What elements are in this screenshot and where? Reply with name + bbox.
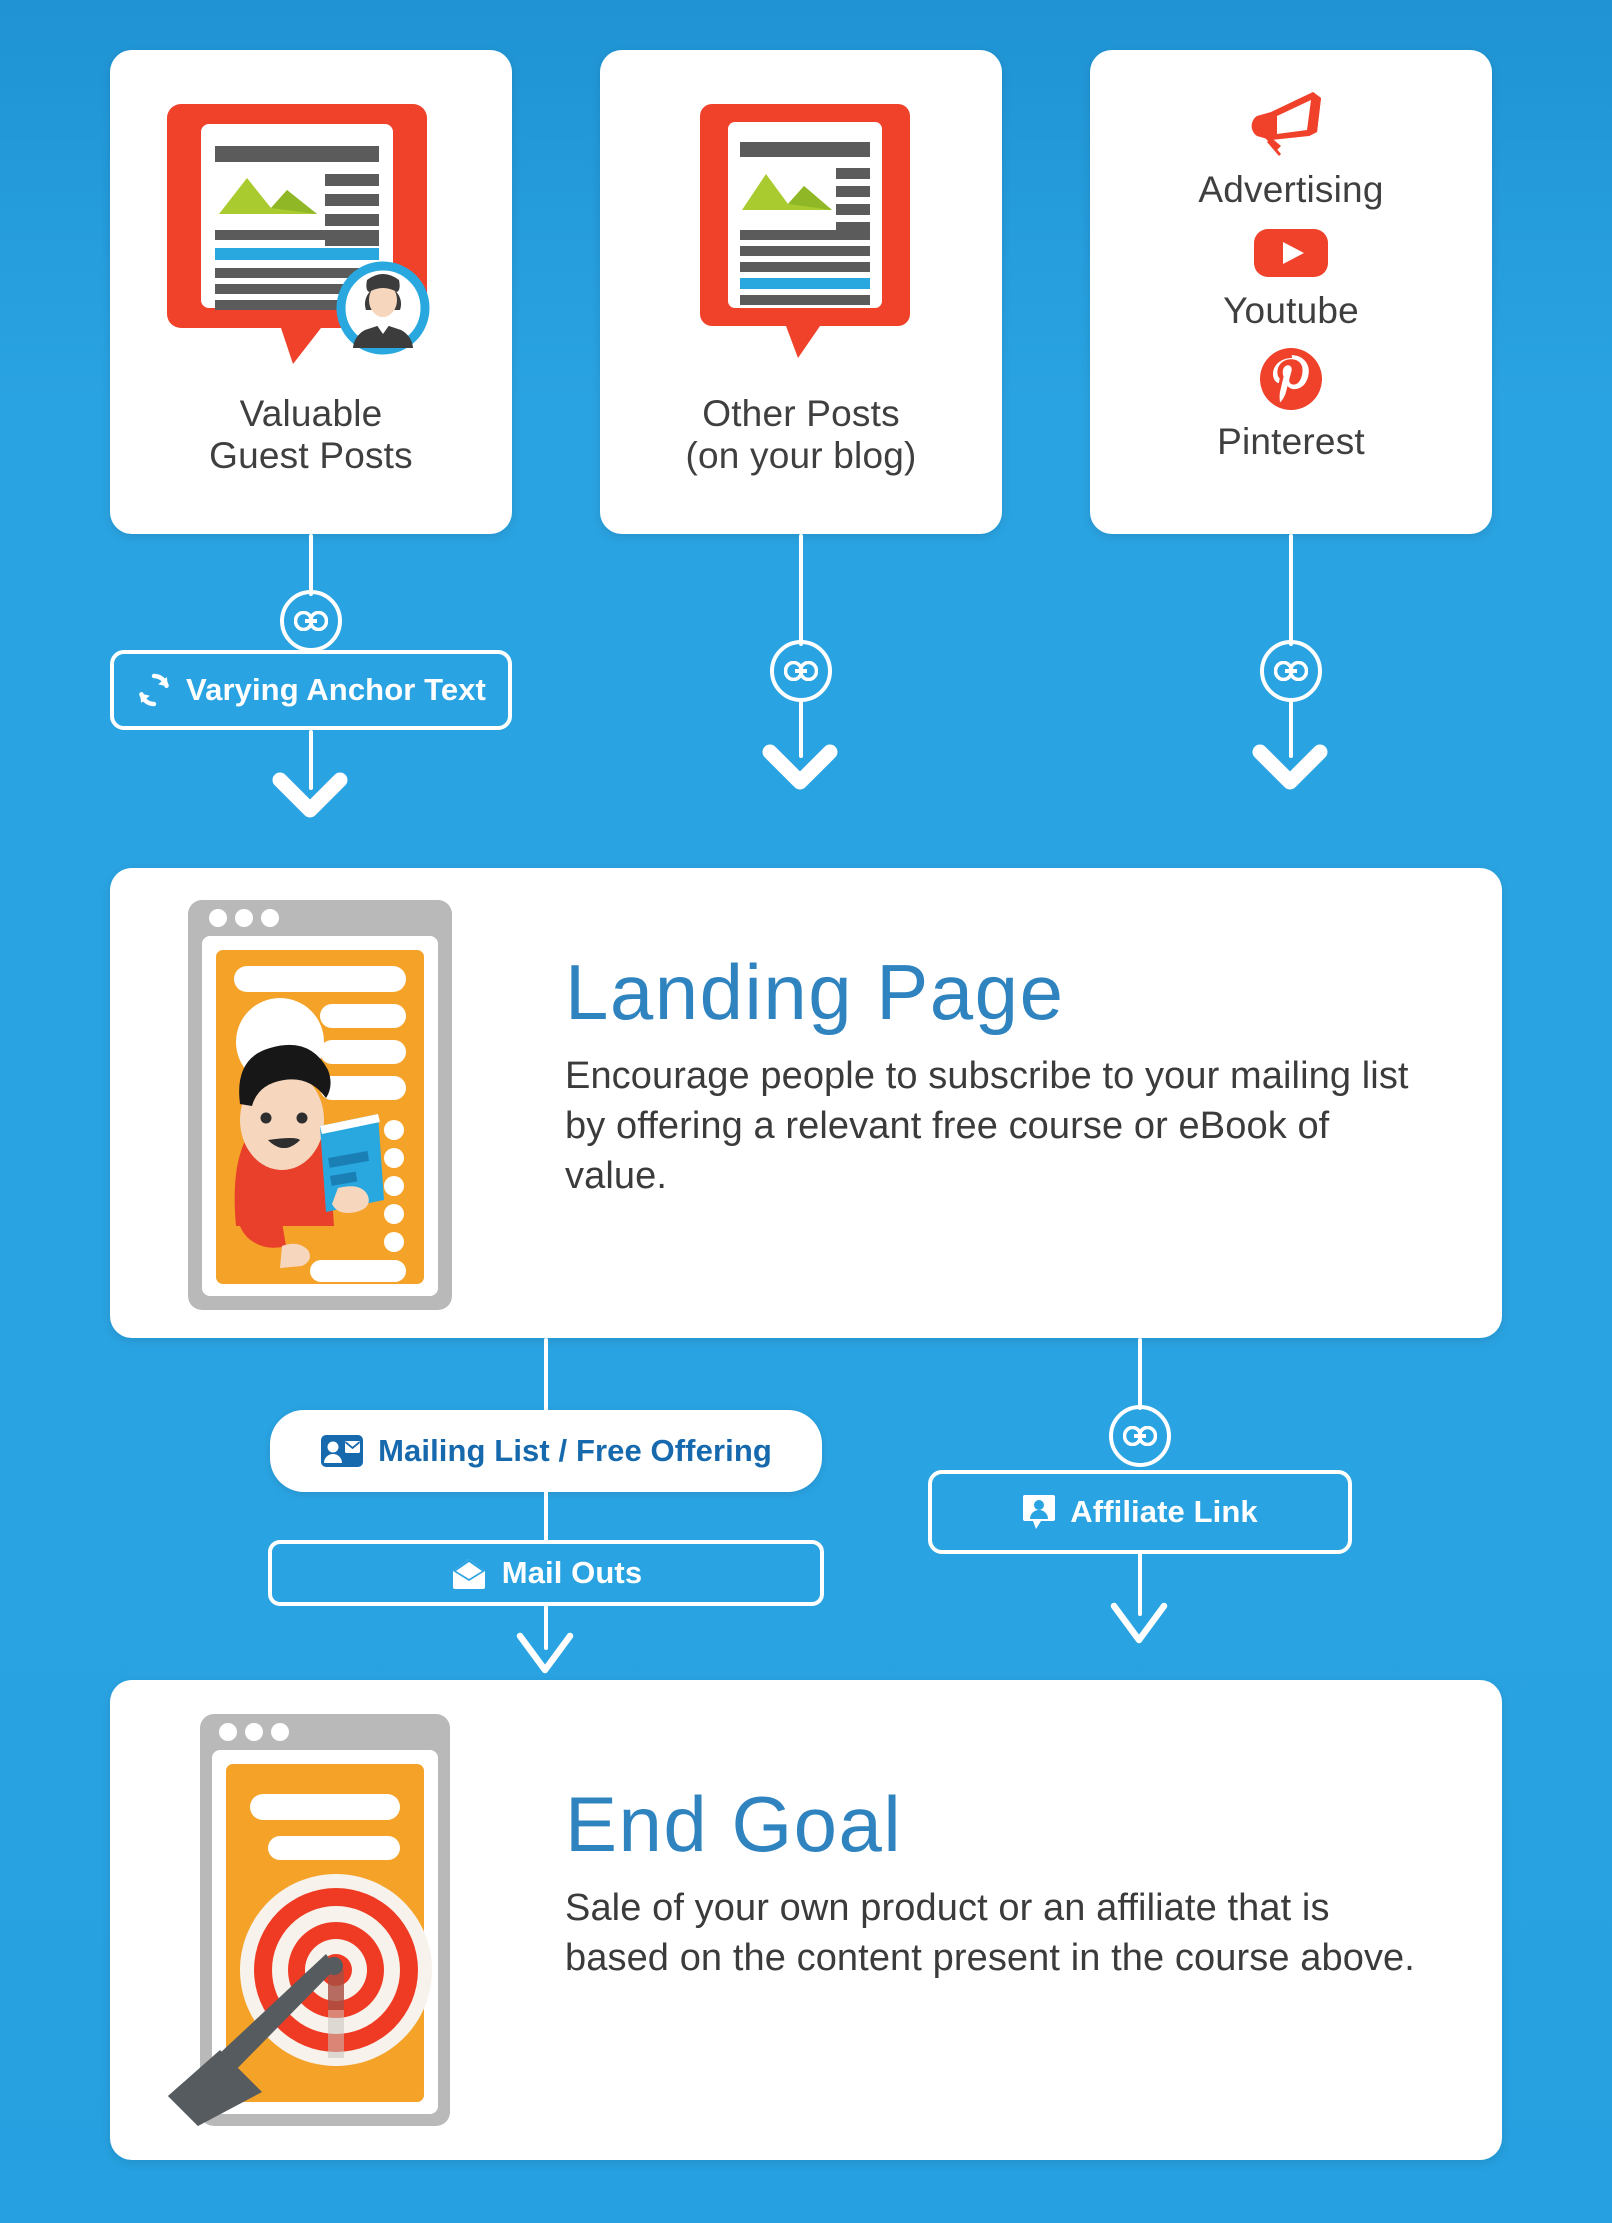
connector-line-mailing-to-mailouts (544, 1490, 548, 1544)
social-row-advertising: Advertising (1198, 86, 1383, 211)
section-card-landing-page: Landing Page Encourage people to subscri… (110, 868, 1502, 1338)
connector-line-guest-posts (309, 534, 313, 596)
social-label-advertising: Advertising (1198, 169, 1384, 210)
link-icon (784, 661, 818, 681)
link-badge-affiliate (1109, 1405, 1171, 1467)
arrow-down-other-posts (762, 742, 838, 803)
chip-varying-anchor-text[interactable]: Varying Anchor Text (110, 650, 512, 730)
caption-line-2: (on your blog) (685, 434, 917, 476)
card-caption-valuable-guest-posts: Valuable Guest Posts (110, 393, 512, 476)
connector-line-landing-to-affiliate (1138, 1338, 1142, 1410)
pinterest-icon (1258, 346, 1324, 417)
link-badge-other-posts (770, 640, 832, 702)
section-card-end-goal: End Goal Sale of your own product or an … (110, 1680, 1502, 2160)
chip-affiliate-link[interactable]: Affiliate Link (928, 1470, 1352, 1554)
link-icon (1274, 661, 1308, 681)
link-badge-anchor-text (280, 590, 342, 652)
social-row-youtube: Youtube (1223, 225, 1359, 332)
section-title-landing-page: Landing Page (565, 948, 1065, 1036)
chip-label-affiliate-link: Affiliate Link (1070, 1494, 1258, 1529)
section-description-end-goal: Sale of your own product or an affiliate… (565, 1887, 1415, 1980)
card-other-posts: Other Posts (on your blog) (600, 50, 1002, 534)
connector-line-other-posts (799, 534, 803, 646)
section-title-end-goal: End Goal (565, 1780, 903, 1868)
end-goal-text-block: End Goal Sale of your own product or an … (565, 1785, 1434, 1983)
caption-line-2: Guest Posts (209, 434, 413, 476)
chip-label-mailing-list: Mailing List / Free Offering (378, 1433, 772, 1468)
arrow-down-anchor-to-landing (272, 770, 348, 831)
card-valuable-guest-posts: Valuable Guest Posts (110, 50, 512, 534)
refresh-sync-icon (136, 671, 172, 709)
arrow-down-mailouts (512, 1630, 578, 1687)
chip-label-mail-outs: Mail Outs (501, 1555, 643, 1590)
arrow-down-social (1252, 742, 1328, 803)
megaphone-icon (1247, 86, 1335, 165)
social-channel-list: Advertising Youtube Pinterest (1090, 86, 1492, 463)
document-post-icon (700, 98, 910, 393)
landing-page-text-block: Landing Page Encourage people to subscri… (565, 953, 1434, 1201)
connector-line-social (1289, 534, 1293, 646)
card-caption-other-posts: Other Posts (on your blog) (600, 393, 1002, 476)
open-envelope-icon (450, 1556, 488, 1590)
chip-mail-outs[interactable]: Mail Outs (268, 1540, 824, 1606)
document-post-with-author-avatar-icon (167, 98, 457, 393)
link-icon (294, 611, 328, 631)
connector-line-landing-to-mailing (544, 1338, 548, 1418)
social-label-pinterest: Pinterest (1217, 421, 1365, 462)
contact-person-icon (1022, 1493, 1056, 1531)
caption-line-1: Other Posts (702, 393, 900, 435)
section-description-landing-page: Encourage people to subscribe to your ma… (565, 1055, 1409, 1198)
landing-page-illustration (170, 890, 470, 1325)
end-goal-illustration (150, 1702, 480, 2147)
contact-card-mail-icon (320, 1434, 364, 1468)
caption-line-1: Valuable (239, 393, 383, 435)
chip-label-varying-anchor-text: Varying Anchor Text (186, 672, 486, 707)
chip-mailing-list-free-offering[interactable]: Mailing List / Free Offering (270, 1410, 822, 1492)
social-row-pinterest: Pinterest (1217, 346, 1365, 463)
link-badge-social (1260, 640, 1322, 702)
card-social-channels: Advertising Youtube Pinterest (1090, 50, 1492, 534)
social-label-youtube: Youtube (1223, 290, 1359, 331)
youtube-icon (1252, 225, 1330, 286)
arrow-down-affiliate (1106, 1600, 1172, 1657)
link-icon (1123, 1426, 1157, 1446)
